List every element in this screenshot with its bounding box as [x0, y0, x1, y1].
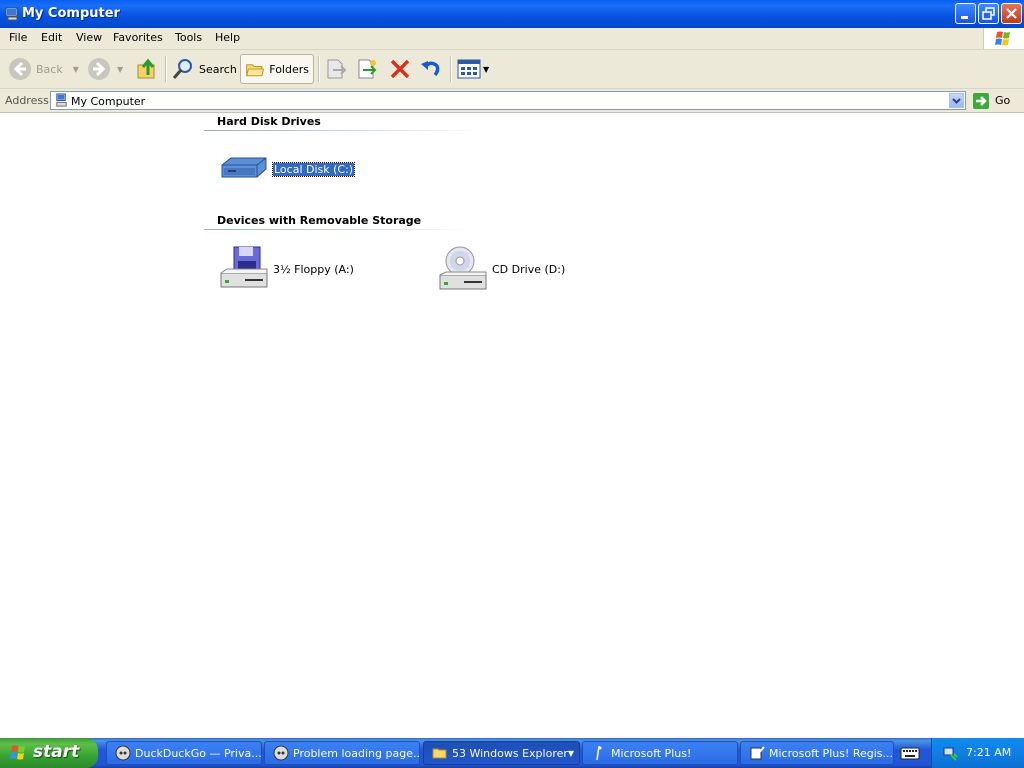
toolbar-separator	[450, 56, 452, 82]
folders-label: Folders	[269, 62, 309, 76]
restore-button[interactable]	[978, 3, 999, 24]
window-title: My Computer	[22, 6, 120, 21]
taskbar: start DuckDuckGo — Priva... Problem load…	[0, 738, 1024, 768]
start-label: start	[33, 742, 80, 762]
task-windows-explorer[interactable]: 53 Windows Explorer ▼	[423, 741, 580, 765]
address-value: My Computer	[71, 95, 146, 108]
close-button[interactable]	[1001, 3, 1022, 24]
undo-button[interactable]	[419, 54, 443, 84]
system-tray: 7:21 AM	[931, 738, 1024, 768]
firefox-icon	[273, 745, 289, 761]
views-dropdown-icon: ▼	[483, 64, 490, 74]
search-label: Search	[199, 62, 237, 76]
move-to-button[interactable]	[324, 54, 348, 84]
undo-arrow-icon	[421, 61, 440, 77]
cd-drive-icon	[439, 246, 487, 290]
firefox-icon	[115, 745, 131, 761]
delete-x-icon	[390, 59, 410, 79]
my-computer-icon	[5, 7, 18, 21]
hard-drive-icon	[221, 157, 267, 178]
go-label: Go	[995, 94, 1011, 107]
menu-tools[interactable]: Tools	[175, 31, 202, 44]
drive-floppy-a[interactable]: 3½ Floppy (A:)	[219, 245, 354, 293]
copy-to-button[interactable]	[355, 54, 379, 84]
forward-arrow-icon	[88, 58, 110, 80]
menu-bar: File Edit View Favorites Tools Help	[0, 28, 1024, 50]
address-dropdown-button[interactable]	[949, 93, 964, 108]
group-divider	[204, 130, 484, 131]
title-bar[interactable]: My Computer	[0, 0, 1024, 28]
task-problem-loading[interactable]: Problem loading page...	[264, 741, 420, 765]
drive-label: 3½ Floppy (A:)	[273, 262, 354, 276]
drive-cd-d[interactable]: CD Drive (D:)	[438, 245, 565, 293]
back-dropdown-icon[interactable]: ▼	[73, 65, 79, 74]
search-button[interactable]: Search	[171, 54, 237, 84]
menu-favorites[interactable]: Favorites	[113, 31, 163, 44]
group-dropdown-icon: ▼	[567, 748, 575, 758]
search-magnifier-icon	[172, 59, 192, 79]
group-title-removable: Devices with Removable Storage	[217, 214, 422, 227]
task-label: Microsoft Plus!	[611, 746, 692, 760]
task-duckduckgo[interactable]: DuckDuckGo — Priva...	[106, 741, 262, 765]
menu-file[interactable]: File	[9, 31, 27, 44]
address-bar: Address My Computer Go	[0, 89, 1024, 113]
group-title-hard-disk: Hard Disk Drives	[217, 115, 321, 128]
views-button[interactable]: ▼	[457, 54, 489, 84]
group-divider	[204, 229, 474, 230]
move-to-icon	[327, 59, 347, 79]
start-button[interactable]: start	[0, 738, 98, 768]
go-arrow-icon	[973, 92, 989, 109]
content-pane[interactable]: Hard Disk Drives Local Disk (C:) Devices…	[0, 113, 1024, 738]
folder-icon	[432, 748, 447, 759]
go-button[interactable]: Go	[972, 91, 1010, 110]
task-microsoft-plus[interactable]: Microsoft Plus!	[582, 741, 738, 765]
menu-help[interactable]: Help	[215, 31, 240, 44]
windows-flag-icon	[10, 745, 25, 760]
views-grid-icon	[457, 59, 481, 79]
floppy-drive-icon	[220, 246, 268, 288]
chevron-down-icon	[952, 98, 961, 104]
task-plus-registration[interactable]: Microsoft Plus! Regis...	[740, 741, 894, 765]
address-input[interactable]: My Computer	[50, 91, 966, 110]
toolbar-separator	[165, 56, 167, 82]
plus-app-icon	[596, 745, 602, 761]
drive-label: Local Disk (C:)	[271, 161, 356, 177]
windows-logo	[983, 28, 1024, 49]
minimize-button[interactable]	[955, 3, 976, 24]
copy-to-icon	[358, 59, 377, 79]
folder-icon	[246, 64, 265, 77]
delete-button[interactable]	[388, 54, 412, 84]
clock[interactable]: 7:21 AM	[966, 746, 1011, 759]
menu-edit[interactable]: Edit	[41, 31, 62, 44]
address-label: Address	[5, 94, 49, 107]
keyboard-icon[interactable]	[900, 745, 920, 761]
my-computer-icon	[56, 93, 67, 107]
forward-button[interactable]: ▼	[87, 54, 123, 84]
registration-icon	[750, 746, 765, 760]
back-label: Back	[36, 62, 63, 76]
drive-local-disk-c[interactable]: Local Disk (C:)	[219, 153, 356, 185]
menu-view[interactable]: View	[76, 31, 102, 44]
up-folder-icon	[137, 58, 155, 79]
back-button[interactable]: Back ▼	[8, 54, 79, 84]
windows-flag-icon	[995, 31, 1010, 46]
folders-button[interactable]: Folders	[240, 54, 314, 84]
toolbar: Back ▼ ▼ Search Folders ▼	[0, 50, 1024, 89]
network-icon[interactable]	[942, 745, 958, 761]
task-label: 53 Windows Explorer	[452, 746, 568, 760]
up-folder-button[interactable]	[136, 54, 160, 84]
forward-dropdown-icon[interactable]: ▼	[117, 65, 123, 74]
toolbar-separator	[318, 56, 320, 82]
task-label: Microsoft Plus! Regis...	[769, 746, 894, 760]
drive-label: CD Drive (D:)	[492, 262, 566, 276]
task-label: Problem loading page...	[293, 746, 420, 760]
task-label: DuckDuckGo — Priva...	[135, 746, 262, 760]
back-arrow-icon	[9, 58, 31, 80]
